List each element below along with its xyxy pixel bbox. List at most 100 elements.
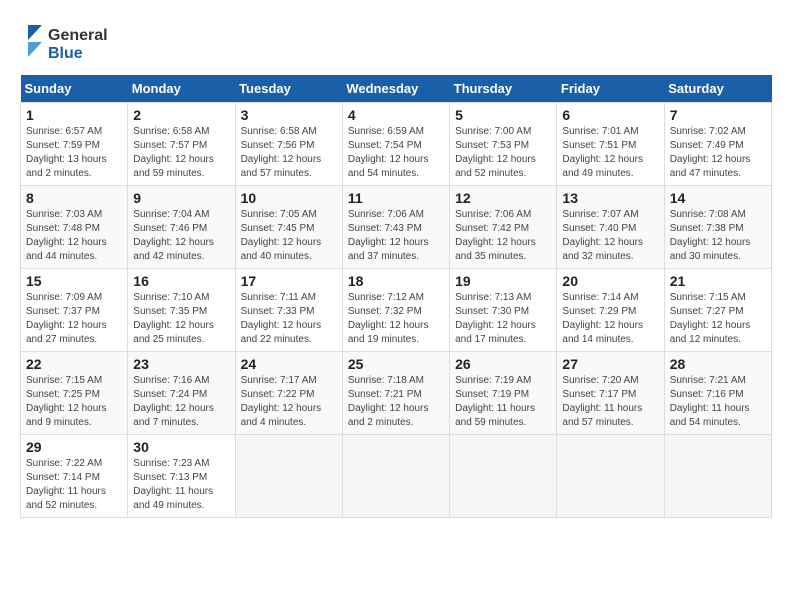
weekday-header-monday: Monday xyxy=(128,75,235,103)
day-number: 3 xyxy=(241,107,337,123)
weekday-header-sunday: Sunday xyxy=(21,75,128,103)
calendar-cell: 24 Sunrise: 7:17 AM Sunset: 7:22 PM Dayli… xyxy=(235,352,342,435)
calendar-cell xyxy=(342,435,449,518)
svg-text:Blue: Blue xyxy=(48,45,83,62)
day-info: Sunrise: 7:12 AM Sunset: 7:32 PM Dayligh… xyxy=(348,291,444,347)
calendar-cell: 28 Sunrise: 7:21 AM Sunset: 7:16 PM Dayli… xyxy=(664,352,771,435)
calendar-cell: 7Sunrise: 7:02 AM Sunset: 7:49 PM Daylig… xyxy=(664,103,771,186)
day-info: Sunrise: 7:10 AM Sunset: 7:35 PM Dayligh… xyxy=(133,291,229,347)
day-number: 11 xyxy=(348,190,444,206)
day-info: Sunrise: 7:22 AM Sunset: 7:14 PM Dayligh… xyxy=(26,457,122,513)
page-header: GeneralBlue xyxy=(20,20,772,65)
calendar-cell: 20Sunrise: 7:14 AM Sunset: 7:29 PM Dayli… xyxy=(557,269,664,352)
day-number: 1 xyxy=(26,107,122,123)
day-number: 19 xyxy=(455,273,551,289)
calendar-cell: 5 Sunrise: 7:00 AM Sunset: 7:53 PM Daylig… xyxy=(450,103,557,186)
day-info: Sunrise: 7:20 AM Sunset: 7:17 PM Dayligh… xyxy=(562,374,658,430)
calendar-cell: 15Sunrise: 7:09 AM Sunset: 7:37 PM Dayli… xyxy=(21,269,128,352)
day-info: Sunrise: 7:14 AM Sunset: 7:29 PM Dayligh… xyxy=(562,291,658,347)
calendar-cell xyxy=(450,435,557,518)
calendar-cell: 9 Sunrise: 7:04 AM Sunset: 7:46 PM Daylig… xyxy=(128,186,235,269)
calendar-cell: 14 Sunrise: 7:08 AM Sunset: 7:38 PM Dayli… xyxy=(664,186,771,269)
day-number: 15 xyxy=(26,273,122,289)
day-info: Sunrise: 6:58 AM Sunset: 7:56 PM Dayligh… xyxy=(241,125,337,181)
day-info: Sunrise: 7:18 AM Sunset: 7:21 PM Dayligh… xyxy=(348,374,444,430)
calendar-cell: 11 Sunrise: 7:06 AM Sunset: 7:43 PM Dayli… xyxy=(342,186,449,269)
day-info: Sunrise: 7:17 AM Sunset: 7:22 PM Dayligh… xyxy=(241,374,337,430)
calendar-cell: 8 Sunrise: 7:03 AM Sunset: 7:48 PM Daylig… xyxy=(21,186,128,269)
calendar-cell: 25 Sunrise: 7:18 AM Sunset: 7:21 PM Dayli… xyxy=(342,352,449,435)
calendar-cell: 12Sunrise: 7:06 AM Sunset: 7:42 PM Dayli… xyxy=(450,186,557,269)
calendar-header-row: SundayMondayTuesdayWednesdayThursdayFrid… xyxy=(21,75,772,103)
calendar-cell: 27 Sunrise: 7:20 AM Sunset: 7:17 PM Dayli… xyxy=(557,352,664,435)
calendar-cell: 6 Sunrise: 7:01 AM Sunset: 7:51 PM Daylig… xyxy=(557,103,664,186)
day-number: 29 xyxy=(26,439,122,455)
logo-svg: GeneralBlue xyxy=(20,20,110,65)
calendar-cell: 19 Sunrise: 7:13 AM Sunset: 7:30 PM Dayli… xyxy=(450,269,557,352)
day-info: Sunrise: 7:15 AM Sunset: 7:27 PM Dayligh… xyxy=(670,291,766,347)
day-info: Sunrise: 7:08 AM Sunset: 7:38 PM Dayligh… xyxy=(670,208,766,264)
day-info: Sunrise: 7:16 AM Sunset: 7:24 PM Dayligh… xyxy=(133,374,229,430)
calendar-week-5: 29 Sunrise: 7:22 AM Sunset: 7:14 PM Dayli… xyxy=(21,435,772,518)
calendar-cell xyxy=(235,435,342,518)
day-number: 7 xyxy=(670,107,766,123)
calendar-cell: 10Sunrise: 7:05 AM Sunset: 7:45 PM Dayli… xyxy=(235,186,342,269)
day-info: Sunrise: 7:19 AM Sunset: 7:19 PM Dayligh… xyxy=(455,374,551,430)
day-info: Sunrise: 7:03 AM Sunset: 7:48 PM Dayligh… xyxy=(26,208,122,264)
day-info: Sunrise: 7:23 AM Sunset: 7:13 PM Dayligh… xyxy=(133,457,229,513)
calendar-cell xyxy=(664,435,771,518)
day-number: 18 xyxy=(348,273,444,289)
day-number: 13 xyxy=(562,190,658,206)
calendar-week-4: 22Sunrise: 7:15 AM Sunset: 7:25 PM Dayli… xyxy=(21,352,772,435)
calendar-cell xyxy=(557,435,664,518)
calendar-cell: 29 Sunrise: 7:22 AM Sunset: 7:14 PM Dayli… xyxy=(21,435,128,518)
calendar-cell: 1Sunrise: 6:57 AM Sunset: 7:59 PM Daylig… xyxy=(21,103,128,186)
calendar-cell: 13 Sunrise: 7:07 AM Sunset: 7:40 PM Dayli… xyxy=(557,186,664,269)
day-info: Sunrise: 7:05 AM Sunset: 7:45 PM Dayligh… xyxy=(241,208,337,264)
day-info: Sunrise: 7:15 AM Sunset: 7:25 PM Dayligh… xyxy=(26,374,122,430)
day-number: 21 xyxy=(670,273,766,289)
calendar-cell: 21 Sunrise: 7:15 AM Sunset: 7:27 PM Dayli… xyxy=(664,269,771,352)
day-number: 16 xyxy=(133,273,229,289)
weekday-header-thursday: Thursday xyxy=(450,75,557,103)
day-number: 2 xyxy=(133,107,229,123)
day-info: Sunrise: 6:58 AM Sunset: 7:57 PM Dayligh… xyxy=(133,125,229,181)
calendar-cell: 2 Sunrise: 6:58 AM Sunset: 7:57 PM Daylig… xyxy=(128,103,235,186)
day-info: Sunrise: 7:13 AM Sunset: 7:30 PM Dayligh… xyxy=(455,291,551,347)
calendar-cell: 26 Sunrise: 7:19 AM Sunset: 7:19 PM Dayli… xyxy=(450,352,557,435)
day-info: Sunrise: 7:21 AM Sunset: 7:16 PM Dayligh… xyxy=(670,374,766,430)
day-info: Sunrise: 7:06 AM Sunset: 7:43 PM Dayligh… xyxy=(348,208,444,264)
day-info: Sunrise: 6:59 AM Sunset: 7:54 PM Dayligh… xyxy=(348,125,444,181)
calendar-cell: 4 Sunrise: 6:59 AM Sunset: 7:54 PM Daylig… xyxy=(342,103,449,186)
calendar-cell: 30Sunrise: 7:23 AM Sunset: 7:13 PM Dayli… xyxy=(128,435,235,518)
day-info: Sunrise: 7:11 AM Sunset: 7:33 PM Dayligh… xyxy=(241,291,337,347)
day-info: Sunrise: 7:01 AM Sunset: 7:51 PM Dayligh… xyxy=(562,125,658,181)
day-info: Sunrise: 7:07 AM Sunset: 7:40 PM Dayligh… xyxy=(562,208,658,264)
calendar-cell: 22Sunrise: 7:15 AM Sunset: 7:25 PM Dayli… xyxy=(21,352,128,435)
day-number: 12 xyxy=(455,190,551,206)
day-number: 9 xyxy=(133,190,229,206)
day-number: 24 xyxy=(241,356,337,372)
calendar-body: 1Sunrise: 6:57 AM Sunset: 7:59 PM Daylig… xyxy=(21,103,772,518)
day-number: 23 xyxy=(133,356,229,372)
svg-text:General: General xyxy=(48,27,108,44)
calendar-table: SundayMondayTuesdayWednesdayThursdayFrid… xyxy=(20,75,772,518)
day-number: 5 xyxy=(455,107,551,123)
calendar-cell: 18 Sunrise: 7:12 AM Sunset: 7:32 PM Dayli… xyxy=(342,269,449,352)
weekday-header-wednesday: Wednesday xyxy=(342,75,449,103)
weekday-header-saturday: Saturday xyxy=(664,75,771,103)
day-number: 28 xyxy=(670,356,766,372)
day-number: 26 xyxy=(455,356,551,372)
day-number: 25 xyxy=(348,356,444,372)
day-info: Sunrise: 7:04 AM Sunset: 7:46 PM Dayligh… xyxy=(133,208,229,264)
day-number: 27 xyxy=(562,356,658,372)
day-number: 17 xyxy=(241,273,337,289)
day-number: 6 xyxy=(562,107,658,123)
weekday-header-tuesday: Tuesday xyxy=(235,75,342,103)
calendar-cell: 3 Sunrise: 6:58 AM Sunset: 7:56 PM Daylig… xyxy=(235,103,342,186)
day-number: 4 xyxy=(348,107,444,123)
logo: GeneralBlue xyxy=(20,20,110,65)
day-number: 14 xyxy=(670,190,766,206)
day-info: Sunrise: 7:00 AM Sunset: 7:53 PM Dayligh… xyxy=(455,125,551,181)
day-number: 8 xyxy=(26,190,122,206)
